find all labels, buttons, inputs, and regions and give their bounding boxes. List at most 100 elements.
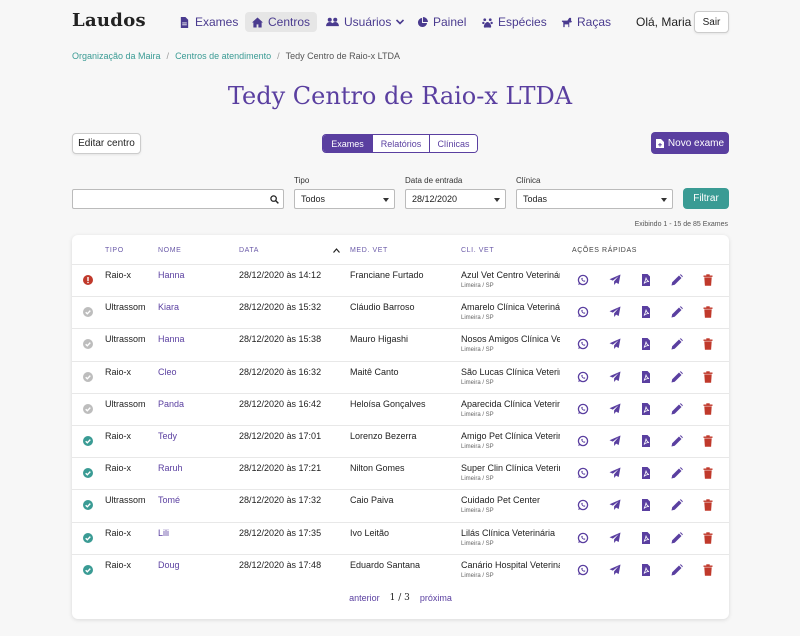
pdf-action[interactable] [640, 338, 652, 351]
pdf-action[interactable] [640, 499, 652, 512]
table-row[interactable]: Raio-x Tedy 28/12/2020 às 17:01 Lorenzo Bez… [72, 425, 729, 457]
pdf-action[interactable] [640, 370, 652, 383]
header-name[interactable]: NOME [158, 247, 181, 254]
trash-action[interactable] [702, 306, 714, 318]
send-action[interactable] [609, 564, 621, 576]
sort-ascending-icon[interactable] [333, 248, 340, 253]
edit-pencil-action[interactable] [671, 467, 683, 479]
whatsapp-action[interactable] [577, 564, 589, 576]
edit-pencil-action[interactable] [671, 306, 683, 318]
edit-pencil-action[interactable] [671, 435, 683, 447]
cell-name[interactable]: Doug [158, 560, 180, 570]
tab-clinicas[interactable]: Clínicas [429, 135, 477, 152]
send-action[interactable] [609, 371, 621, 383]
clinic-select[interactable]: Todas [516, 189, 673, 209]
trash-action[interactable] [702, 564, 714, 576]
table-row[interactable]: Raio-x Lili 28/12/2020 às 17:35 Ivo Leitão L… [72, 521, 729, 554]
cell-name[interactable]: Panda [158, 399, 184, 409]
trash-action[interactable] [702, 274, 714, 286]
table-row[interactable]: Raio-x Doug 28/12/2020 às 17:48 Eduardo San… [72, 553, 729, 586]
cell-name[interactable]: Cleo [158, 367, 177, 377]
date-select[interactable]: 28/12/2020 [405, 189, 506, 209]
send-action[interactable] [609, 499, 621, 511]
type-select[interactable]: Todos [294, 189, 395, 209]
cell-name[interactable]: Tedy [158, 431, 177, 441]
nav-racas[interactable]: Raças [554, 12, 618, 32]
edit-pencil-action[interactable] [671, 531, 683, 544]
header-clinic[interactable]: CLI. VET [461, 247, 494, 254]
cell-name[interactable]: Hanna [158, 334, 185, 344]
nav-usuarios[interactable]: Usuários [319, 12, 411, 32]
pdf-action[interactable] [640, 531, 652, 544]
table-row[interactable]: Raio-x Raruh 28/12/2020 às 17:21 Nilton Gom… [72, 457, 729, 489]
tab-relatorios[interactable]: Relatórios [372, 135, 429, 152]
logout-button[interactable]: Sair [694, 11, 729, 33]
nav-exames[interactable]: Exames [172, 12, 245, 32]
cell-name[interactable]: Lili [158, 528, 169, 538]
cell-name[interactable]: Raruh [158, 463, 183, 473]
edit-center-button[interactable]: Editar centro [72, 133, 141, 154]
brand-logo[interactable]: Laudos [72, 10, 146, 31]
cell-name[interactable]: Hanna [158, 270, 185, 280]
table-row[interactable]: Ultrassom Panda 28/12/2020 às 16:42 Heloísa… [72, 392, 729, 425]
trash-action[interactable] [702, 499, 714, 512]
table-row[interactable]: Ultrassom Hanna 28/12/2020 às 15:38 Mauro H… [72, 328, 729, 360]
trash-action[interactable] [702, 370, 714, 383]
pdf-action[interactable] [640, 467, 652, 480]
table-row[interactable]: Ultrassom Tomé 28/12/2020 às 17:32 Caio Pai… [72, 489, 729, 521]
nav-centros[interactable]: Centros [245, 12, 318, 32]
trash-action[interactable] [702, 531, 714, 544]
pdf-action[interactable] [640, 274, 652, 286]
send-action[interactable] [609, 306, 621, 318]
whatsapp-action[interactable] [577, 435, 589, 447]
search-input[interactable] [72, 189, 284, 209]
trash-action[interactable] [702, 467, 714, 479]
send-action[interactable] [609, 274, 621, 286]
whatsapp-action[interactable] [577, 371, 589, 383]
prev-page-link[interactable]: anterior [349, 593, 380, 603]
whatsapp-action[interactable] [577, 403, 589, 415]
done-status-icon [83, 500, 93, 511]
pdf-action[interactable] [640, 306, 652, 319]
breadcrumb-centers[interactable]: Centros de atendimento [175, 51, 271, 61]
tab-exames[interactable]: Exames [323, 135, 372, 152]
trash-action[interactable] [702, 403, 714, 415]
whatsapp-action[interactable] [577, 306, 589, 318]
edit-pencil-action[interactable] [671, 274, 683, 286]
edit-pencil-action[interactable] [671, 564, 683, 576]
pdf-action[interactable] [640, 563, 652, 576]
table-row[interactable]: Raio-x Cleo 28/12/2020 às 16:32 Maitê Canto… [72, 360, 729, 393]
trash-action[interactable] [702, 435, 714, 447]
whatsapp-action[interactable] [577, 467, 589, 479]
header-vet[interactable]: MED. VET [350, 247, 388, 254]
edit-pencil-action[interactable] [671, 338, 683, 350]
search-icon[interactable] [270, 195, 279, 204]
new-exam-button[interactable]: Novo exame [651, 132, 729, 154]
send-action[interactable] [609, 467, 621, 479]
header-type[interactable]: TIPO [105, 247, 124, 254]
whatsapp-action[interactable] [577, 532, 589, 544]
breadcrumb-org[interactable]: Organização da Maira [72, 51, 161, 61]
cell-name[interactable]: Kiara [158, 302, 179, 312]
pdf-action[interactable] [640, 402, 652, 415]
header-date[interactable]: DATA [239, 247, 259, 254]
whatsapp-action[interactable] [577, 274, 589, 286]
pdf-action[interactable] [640, 435, 652, 447]
edit-pencil-action[interactable] [671, 403, 683, 415]
edit-pencil-action[interactable] [671, 499, 683, 511]
cell-name[interactable]: Tomé [158, 495, 180, 505]
table-row[interactable]: Raio-x Hanna 28/12/2020 às 14:12 Franciane … [72, 264, 729, 296]
trash-action[interactable] [702, 338, 714, 351]
send-action[interactable] [609, 403, 621, 415]
send-action[interactable] [609, 338, 621, 350]
send-action[interactable] [609, 435, 621, 447]
nav-especies[interactable]: Espécies [475, 12, 554, 32]
next-page-link[interactable]: próxima [420, 593, 452, 603]
whatsapp-action[interactable] [577, 338, 589, 350]
filter-button[interactable]: Filtrar [683, 188, 729, 209]
nav-painel[interactable]: Painel [410, 12, 473, 32]
table-row[interactable]: Ultrassom Kiara 28/12/2020 às 15:32 Cláudio… [72, 296, 729, 328]
send-action[interactable] [609, 532, 621, 544]
whatsapp-action[interactable] [577, 499, 589, 511]
edit-pencil-action[interactable] [671, 370, 683, 383]
